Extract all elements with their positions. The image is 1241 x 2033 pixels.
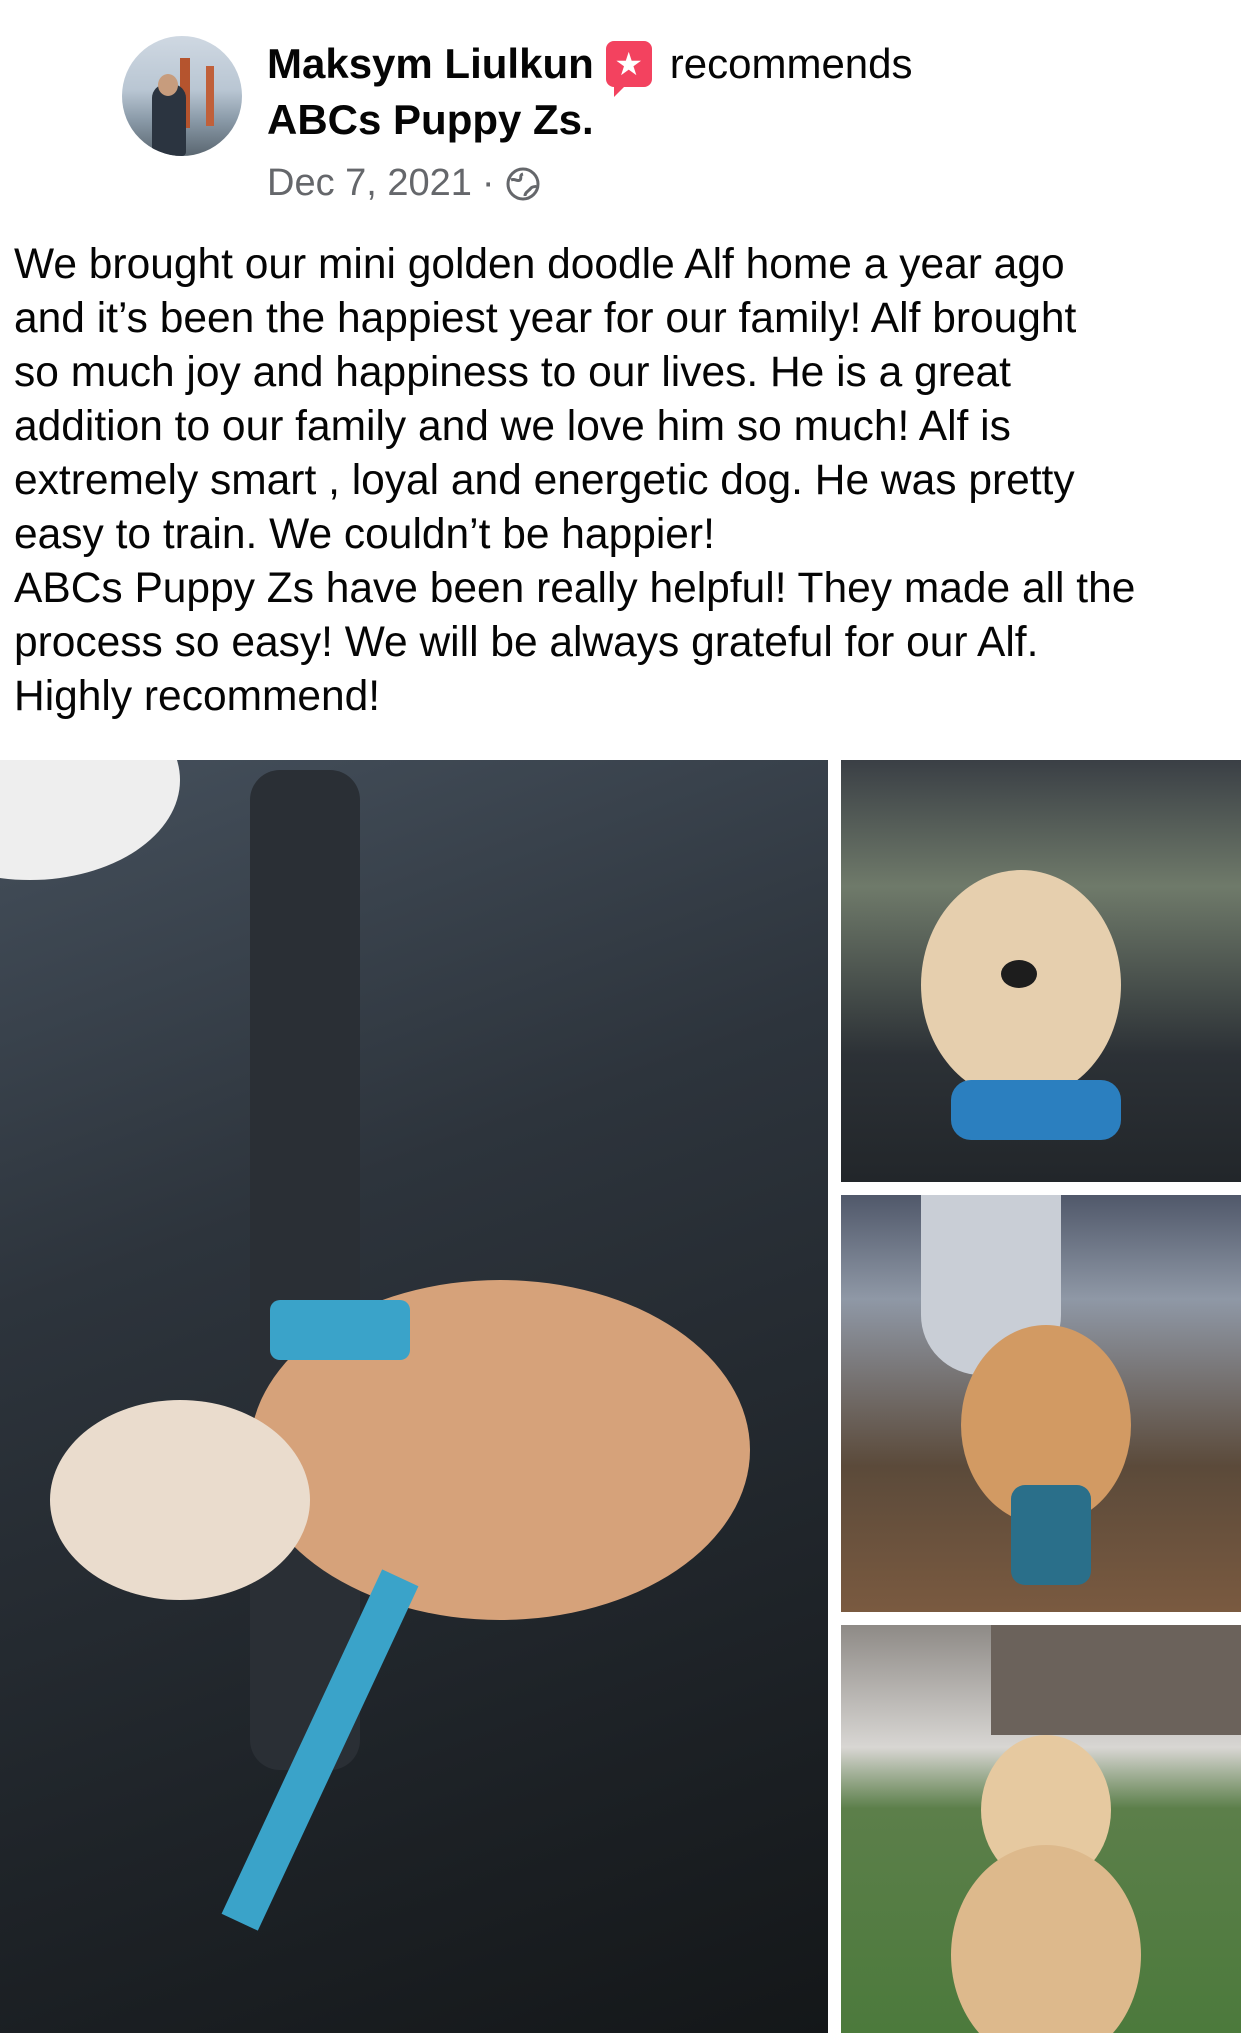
author-name[interactable]: Maksym Liulkun <box>267 40 594 88</box>
photo-dog-by-waterfall[interactable] <box>841 1195 1241 1612</box>
photo-dog-in-car-smiling[interactable] <box>841 760 1241 1182</box>
post-meta: Dec 7, 2021 · <box>267 162 541 205</box>
photo-dog-on-grass[interactable] <box>841 1625 1241 2033</box>
post-date[interactable]: Dec 7, 2021 <box>267 162 472 205</box>
meta-separator: · <box>481 162 495 204</box>
photo-dog-harness <box>270 1300 410 1360</box>
photo-dog-harness <box>1011 1485 1091 1585</box>
photo-building <box>991 1625 1241 1735</box>
globe-icon[interactable] <box>505 166 541 202</box>
post-body-text: We brought our mini golden doodle Alf ho… <box>14 241 1136 720</box>
post-header: Maksym Liulkun ★ recommends ABCs Puppy Z… <box>0 0 1241 220</box>
photo-seat-highlight <box>0 760 180 880</box>
photo-seatbelt <box>250 770 360 1770</box>
photo-bandana <box>951 1080 1121 1140</box>
recommend-verb: recommends <box>669 40 913 87</box>
author-avatar[interactable] <box>122 36 242 156</box>
photo-dog-nose <box>1001 960 1037 988</box>
recommend-star-icon: ★ <box>605 41 652 97</box>
recommended-page-name[interactable]: ABCs Puppy Zs. <box>267 96 594 144</box>
photo-dog-head <box>50 1400 310 1600</box>
avatar-bridge-tower <box>206 66 214 126</box>
photo-dog-sleeping-car-seat[interactable] <box>0 760 828 2033</box>
photo-dog-body <box>951 1845 1141 2033</box>
author-line: Maksym Liulkun ★ recommends <box>267 36 913 97</box>
avatar-person-head <box>158 74 178 96</box>
